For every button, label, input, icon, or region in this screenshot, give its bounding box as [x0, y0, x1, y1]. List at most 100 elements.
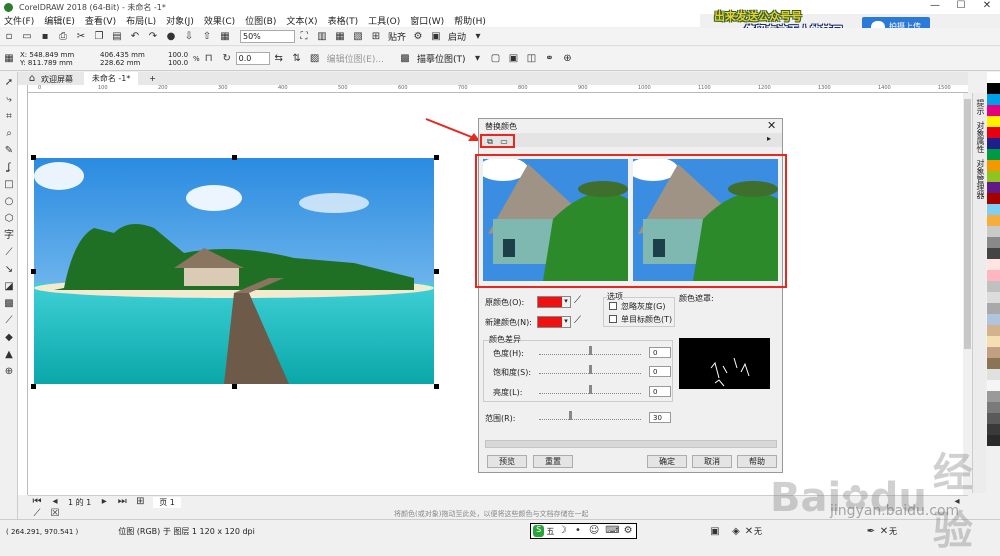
original-color-picker[interactable]: ▾ [537, 296, 571, 308]
palette-swatch[interactable] [987, 347, 1000, 358]
palette-swatch[interactable] [987, 402, 1000, 413]
publish-pdf-icon[interactable]: ▦ [219, 31, 231, 43]
edit-bitmap-button[interactable]: 编辑位图(E)... [327, 52, 384, 65]
new-color-picker[interactable]: ▾ [537, 316, 571, 328]
snap-icon[interactable]: ⊞ [370, 31, 382, 43]
full-screen-icon[interactable]: ⛶ [298, 31, 310, 43]
y-position-field[interactable]: Y: 811.789 mm [20, 59, 90, 67]
menu-object[interactable]: 对象(J) [166, 14, 194, 27]
menu-text[interactable]: 文本(X) [286, 14, 317, 27]
moon-icon[interactable]: ☽ [557, 525, 567, 537]
ignore-gray-checkbox[interactable] [609, 302, 617, 310]
ok-button[interactable]: 确定 [647, 455, 687, 468]
menu-table[interactable]: 表格(T) [328, 14, 359, 27]
add-icon[interactable]: ⊕ [561, 53, 573, 65]
scale-width-field[interactable]: 100.0 [168, 51, 193, 59]
add-page-icon[interactable]: ⊞ [134, 496, 146, 508]
height-field[interactable]: 228.62 mm [100, 59, 168, 67]
range-slider-knob[interactable] [569, 411, 572, 420]
export-icon[interactable]: ⇧ [201, 31, 213, 43]
range-value-field[interactable]: 30 [649, 412, 671, 423]
saturation-slider-knob[interactable] [589, 365, 592, 374]
edit-bitmap-icon[interactable]: ▨ [309, 53, 321, 65]
trace-bitmap-button[interactable]: 描摹位图(T) [417, 52, 466, 65]
palette-swatch[interactable] [987, 182, 1000, 193]
undo-icon[interactable]: ↶ [129, 31, 141, 43]
selection-handle[interactable] [31, 269, 36, 274]
palette-swatch[interactable] [987, 380, 1000, 391]
menu-effects[interactable]: 效果(C) [204, 14, 235, 27]
palette-swatch[interactable] [987, 237, 1000, 248]
last-page-icon[interactable]: ⏭ [116, 496, 128, 508]
palette-swatch[interactable] [987, 413, 1000, 424]
reset-button[interactable]: 重置 [533, 455, 573, 468]
palette-swatch[interactable] [987, 116, 1000, 127]
zoom-tool-icon[interactable]: ⌕ [3, 128, 15, 140]
saturation-value-field[interactable]: 0 [649, 366, 671, 377]
selection-handle[interactable] [31, 384, 36, 389]
next-page-icon[interactable]: ▸ [98, 496, 110, 508]
docker-tab-hints[interactable]: 提示 [975, 99, 986, 115]
import-icon[interactable]: ⇩ [183, 31, 195, 43]
palette-swatch[interactable] [987, 314, 1000, 325]
close-button[interactable]: ✕ [974, 0, 1000, 14]
punctuation-icon[interactable]: • [573, 525, 583, 537]
dialog-close-icon[interactable]: ✕ [767, 119, 776, 132]
selection-handle[interactable] [434, 155, 439, 160]
range-slider[interactable] [539, 411, 641, 420]
rotation-angle-field[interactable]: 0.0 [235, 52, 270, 65]
save-icon[interactable]: ▪ [39, 31, 51, 43]
open-icon[interactable]: ▭ [21, 31, 33, 43]
menu-file[interactable]: 文件(F) [4, 14, 34, 27]
menu-edit[interactable]: 编辑(E) [44, 14, 75, 27]
palette-swatch[interactable] [987, 94, 1000, 105]
maximize-button[interactable]: ☐ [948, 0, 974, 14]
selection-handle[interactable] [232, 384, 237, 389]
crop-tool-icon[interactable]: ⌗ [3, 111, 15, 123]
palette-swatch[interactable] [987, 149, 1000, 160]
hue-slider-knob[interactable] [589, 346, 592, 355]
lock-ratio-icon[interactable]: ⊓ [203, 53, 215, 65]
palette-swatch[interactable] [987, 259, 1000, 270]
scrollbar-thumb[interactable] [964, 99, 971, 349]
interactive-fill-icon[interactable]: ◆ [3, 332, 15, 344]
parallel-dimension-icon[interactable]: ⟋ [3, 247, 15, 259]
snap-to-label[interactable]: 贴齐 [388, 30, 406, 43]
object-origin-icon[interactable]: ▦ [3, 53, 15, 65]
palette-swatch[interactable] [987, 358, 1000, 369]
palette-swatch[interactable] [987, 281, 1000, 292]
selection-handle[interactable] [31, 155, 36, 160]
text-tool-icon[interactable]: 字 [3, 230, 15, 242]
new-document-icon[interactable]: ▫ [3, 31, 15, 43]
palette-swatch[interactable] [987, 336, 1000, 347]
cancel-button[interactable]: 取消 [692, 455, 732, 468]
horizontal-ruler[interactable]: 0 100 200 300 400 500 600 700 800 900 10… [28, 85, 968, 93]
lightness-value-field[interactable]: 0 [649, 386, 671, 397]
no-color-icon[interactable]: ☒ [49, 508, 61, 520]
connector-tool-icon[interactable]: ↘ [3, 264, 15, 276]
selected-bitmap[interactable] [34, 158, 434, 384]
drop-shadow-icon[interactable]: ◪ [3, 281, 15, 293]
previous-page-icon[interactable]: ◂ [49, 496, 61, 508]
polygon-tool-icon[interactable]: ⬡ [3, 213, 15, 225]
palette-swatch[interactable] [987, 160, 1000, 171]
hue-value-field[interactable]: 0 [649, 347, 671, 358]
preview-button[interactable]: 预览 [487, 455, 527, 468]
show-guidelines-icon[interactable]: ▧ [352, 31, 364, 43]
selection-handle[interactable] [434, 384, 439, 389]
fill-icon[interactable]: ◈ [730, 526, 742, 538]
expand-arrow-icon[interactable]: ▸ [767, 134, 771, 143]
palette-swatch[interactable] [987, 72, 1000, 83]
menu-window[interactable]: 窗口(W) [410, 14, 444, 27]
vertical-ruler[interactable] [18, 85, 28, 495]
single-target-checkbox[interactable] [609, 315, 617, 323]
lightness-slider[interactable] [539, 385, 641, 394]
copy-icon[interactable]: ❐ [93, 31, 105, 43]
trace-bitmap-icon[interactable]: ▩ [399, 53, 411, 65]
cut-icon[interactable]: ✂ [75, 31, 87, 43]
tab-welcome[interactable]: ⌂ 欢迎屏幕 [18, 73, 81, 86]
new-tab-button[interactable]: + [141, 72, 164, 85]
menu-layout[interactable]: 布局(L) [126, 14, 156, 27]
palette-swatch[interactable] [987, 204, 1000, 215]
shape-tool-icon[interactable]: ⤷ [3, 94, 15, 106]
